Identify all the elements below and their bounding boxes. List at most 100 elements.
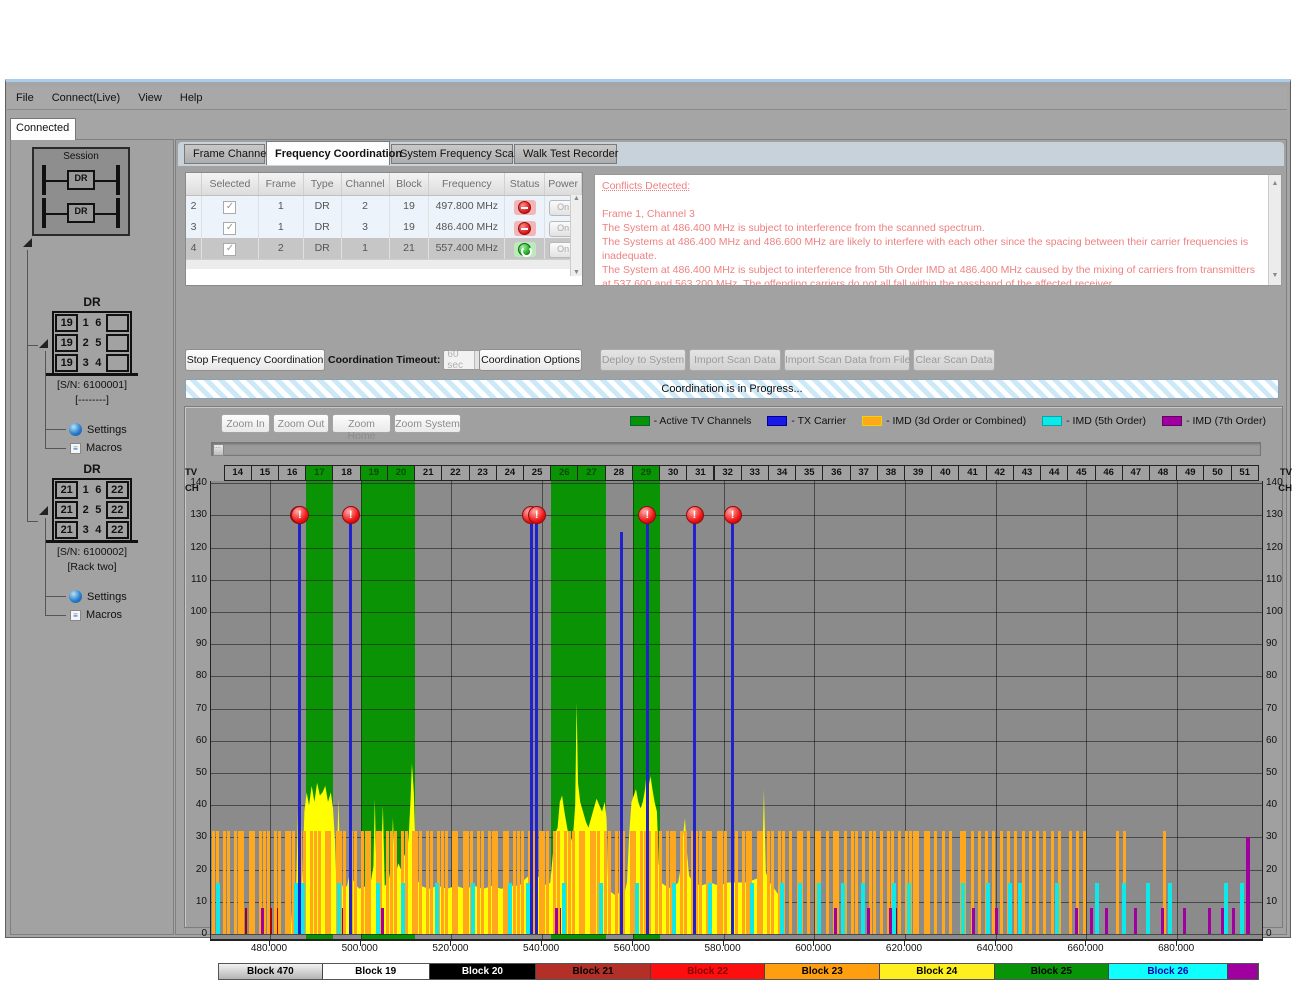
imd3-bar [622, 831, 625, 934]
y-axis-label-right: 120 [1266, 543, 1292, 553]
sidebar-item-settings[interactable]: Settings [69, 423, 127, 436]
imd3-bar [851, 831, 854, 934]
menu-item-file[interactable]: File [7, 87, 43, 109]
y-axis-label-right: 20 [1266, 865, 1292, 875]
zoom-button-zoom-system[interactable]: Zoom System [394, 414, 461, 433]
imd3-bar [542, 831, 545, 934]
row-checkbox[interactable]: ✓ [223, 243, 236, 256]
app-window: FileConnect(Live)ViewHelp Connected Sess… [5, 79, 1291, 938]
y-axis-label-right: 30 [1266, 832, 1292, 842]
zoom-button-zoom-home[interactable]: Zoom Home [332, 414, 391, 433]
x-axis-label: 660.000 [1055, 943, 1115, 954]
imd3-bar [419, 831, 422, 934]
frame-diagram[interactable]: 191619251934 [52, 311, 132, 373]
imd3-bar [481, 831, 484, 934]
frame-diagram[interactable]: 211622212522213422 [52, 478, 132, 540]
sidebar-item-macros[interactable]: ≡Macros [70, 609, 122, 621]
block-cell: 19 [390, 217, 430, 238]
stop-frequency-coordination-button[interactable]: Stop Frequency Coordination [185, 349, 325, 371]
deploy-to-system-button: Deploy to System [600, 349, 686, 371]
x-axis-label: 580.000 [693, 943, 753, 954]
x-axis-label: 620.000 [874, 943, 934, 954]
zoom-button-zoom-out[interactable]: Zoom Out [273, 414, 329, 433]
tab-walk-test-recorder[interactable]: Walk Test Recorder [514, 144, 617, 164]
scroll-up-icon[interactable]: ▲ [573, 195, 580, 202]
tv-channel-cell: 48 [1149, 465, 1177, 481]
imd5-bar [337, 883, 341, 935]
imd3-bar [1116, 831, 1119, 934]
row-number: 4 [186, 238, 202, 259]
y-axis-label-left: 60 [185, 736, 207, 746]
conflicts-scrollbar[interactable]: ▲▼ [1268, 175, 1281, 285]
imd5-bar [798, 883, 802, 935]
legend-swatch [767, 416, 787, 426]
frame-block: DR191619251934[S/N: 6100001][--------]Se… [11, 295, 173, 406]
imd3-bar [503, 831, 506, 934]
menu-item-view[interactable]: View [129, 87, 171, 109]
tab-system-frequency-scan[interactable]: System Frequency Scan [391, 144, 513, 164]
sidebar-item-settings[interactable]: Settings [69, 590, 127, 603]
chart-scrollbar[interactable]: :::: [211, 442, 1261, 456]
imd3-bar [898, 831, 901, 934]
tree-connector [45, 615, 66, 616]
imd7-bar [261, 908, 264, 934]
zoom-button-zoom-in[interactable]: Zoom In [221, 414, 270, 433]
imd5-bar [817, 883, 821, 935]
imd3-bar [415, 831, 418, 934]
row-checkbox[interactable]: ✓ [223, 222, 236, 235]
scroll-up-icon[interactable]: ▲ [1272, 177, 1279, 191]
imd3-bar [789, 831, 792, 934]
frequency-cell: 557.400 MHz [429, 238, 505, 259]
frame-expander-icon[interactable] [39, 506, 48, 515]
frame-slot: 2 [79, 504, 92, 516]
block-cell: 21 [390, 238, 430, 259]
tv-channel-cell: 26 [550, 465, 578, 481]
imd5-bar [1168, 883, 1172, 935]
coordination-options-button[interactable]: Coordination Options [479, 349, 582, 371]
tab-frequency-coordination[interactable]: Frequency Coordination [266, 141, 390, 165]
table-row[interactable]: 4✓2DR121557.400 MHzOn [186, 238, 582, 259]
frame-slot: 22 [106, 481, 129, 499]
session-box[interactable]: Session DRDR [32, 147, 130, 236]
plot-area: !!!!!!!! [210, 481, 1263, 941]
frame-expander-icon[interactable] [39, 339, 48, 348]
imd3-bar [325, 831, 328, 934]
chart-scrollbar-grip[interactable]: :::: [213, 444, 224, 456]
scroll-down-icon[interactable]: ▼ [1272, 269, 1279, 283]
sidebar-item-macros[interactable]: ≡Macros [70, 442, 122, 454]
frame-slot: 19 [55, 354, 78, 372]
imd3-bar [608, 831, 611, 934]
block-segment-block-21: Block 21 [536, 964, 651, 979]
imd7-bar [1161, 908, 1164, 934]
tv-channel-cell: 49 [1176, 465, 1204, 481]
imd3-bar [913, 831, 916, 934]
tv-channel-cell: 50 [1203, 465, 1231, 481]
y-axis-label-right: 60 [1266, 736, 1292, 746]
imd3-bar [310, 831, 313, 934]
frame-diagram-row: 212522 [54, 500, 130, 520]
scroll-down-icon[interactable]: ▼ [573, 269, 580, 276]
menu-item-connectlive[interactable]: Connect(Live) [43, 87, 129, 109]
x-axis-label: 480.000 [239, 943, 299, 954]
tab-frame-channels[interactable]: Frame Channels [184, 144, 265, 164]
imd3-bar [234, 831, 237, 934]
row-checkbox[interactable]: ✓ [223, 201, 236, 214]
table-horizontal-scrollbar[interactable] [186, 259, 582, 269]
session-expander-icon[interactable] [23, 238, 32, 247]
table-row[interactable]: 2✓1DR219497.800 MHzOn [186, 196, 582, 217]
imd3-bar [760, 831, 763, 934]
imd5-bar [986, 883, 990, 935]
frame-base [46, 373, 138, 376]
tv-channel-cell: 44 [1040, 465, 1068, 481]
imd5-bar [1055, 883, 1059, 935]
table-vertical-scrollbar[interactable]: ▲▼ [570, 195, 582, 276]
tv-channel-cell: 29 [632, 465, 660, 481]
imd3-bar [390, 831, 393, 934]
imd5-bar [376, 883, 380, 935]
table-row[interactable]: 3✓1DR319486.400 MHzOn [186, 217, 582, 238]
imd3-bar [1000, 831, 1003, 934]
imd3-bar [412, 831, 415, 934]
menu-item-help[interactable]: Help [171, 87, 212, 109]
imd3-bar [916, 831, 919, 934]
connection-status-tab[interactable]: Connected [10, 118, 76, 140]
